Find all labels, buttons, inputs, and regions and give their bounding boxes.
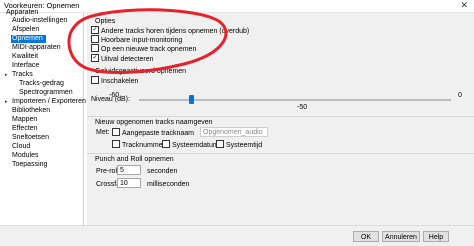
scale-max-label: 0	[458, 92, 462, 99]
tree-item-audio-instellingen[interactable]: Audio-instellingen	[12, 17, 67, 25]
preroll-input[interactable]: 5	[117, 165, 141, 175]
cancel-button[interactable]: Annuleren	[382, 231, 420, 242]
overdub-checkbox[interactable]: ✓ Andere tracks horen tijdens opnemen (ov…	[91, 26, 250, 36]
custom-name-checkbox[interactable]: Aangepaste tracknaam	[112, 128, 194, 138]
system-date-checkbox[interactable]: Systeemdatum	[162, 140, 219, 150]
naming-group-title: Nieuw opgenomen tracks naamgeven	[95, 119, 213, 126]
button-bar: OK Annuleren Help	[0, 225, 474, 246]
dropout-checkbox[interactable]: ✓ Uitval detecteren	[91, 54, 154, 64]
tree-item-bibliotheken[interactable]: Bibliotheken	[12, 107, 50, 115]
level-value-label: -50	[297, 104, 308, 111]
tree-item-apparaten[interactable]: Apparaten	[6, 9, 38, 17]
system-time-label: Systeemtijd	[226, 141, 263, 149]
with-label: Met:	[96, 129, 110, 136]
title-bar: Voorkeuren: Opnemen ✕	[0, 0, 474, 13]
track-number-label: Tracknummer	[122, 141, 165, 149]
crossfade-input[interactable]: 10	[117, 178, 141, 188]
level-slider-thumb[interactable]	[189, 95, 195, 104]
overdub-label: Andere tracks horen tijdens opnemen (ove…	[101, 27, 250, 35]
tree-item-interface[interactable]: Interface	[12, 62, 39, 70]
tree-item-spectrogrammen[interactable]: Spectrogrammen	[19, 89, 73, 97]
tree-item-mappen[interactable]: Mappen	[12, 116, 37, 124]
expand-icon[interactable]: ▸	[5, 72, 8, 78]
checkbox-box[interactable]	[112, 140, 120, 148]
help-button[interactable]: Help	[423, 231, 449, 242]
new-track-label: Op een nieuwe track opnemen	[101, 45, 197, 53]
options-group-title: Opties	[95, 18, 116, 25]
level-slider-track[interactable]	[139, 99, 451, 101]
checkbox-box[interactable]	[91, 44, 99, 52]
new-track-checkbox[interactable]: Op een nieuwe track opnemen	[91, 44, 197, 54]
crossfade-unit: milliseconden	[147, 181, 190, 188]
tree-item-effecten[interactable]: Effecten	[12, 125, 38, 133]
custom-name-label: Aangepaste tracknaam	[122, 129, 194, 137]
checkbox-box[interactable]	[91, 76, 99, 84]
tree-item-afspelen[interactable]: Afspelen	[12, 26, 39, 34]
checkbox-box[interactable]	[112, 128, 120, 136]
tree-item-sneltoetsen[interactable]: Sneltoetsen	[12, 134, 49, 142]
tree-item-importeren-exporteren[interactable]: Importeren / Exporteren	[12, 98, 86, 106]
checkbox-box[interactable]	[162, 140, 170, 148]
tree-item-cloud[interactable]: Cloud	[12, 143, 30, 151]
tree-item-modules[interactable]: Modules	[12, 152, 38, 160]
sound-activated-group-title: Geluidsgeactiveerd opnemen	[95, 68, 187, 75]
settings-panel: Opties ✓ Andere tracks horen tijdens opne…	[87, 13, 474, 225]
checkbox-box[interactable]: ✓	[91, 26, 99, 34]
close-icon[interactable]: ✕	[460, 0, 468, 11]
divider	[87, 116, 474, 117]
dropout-label: Uitval detecteren	[101, 55, 154, 63]
checkbox-box[interactable]: ✓	[91, 54, 99, 62]
tree-item-kwaliteit[interactable]: Kwaliteit	[12, 53, 38, 61]
punch-roll-group-title: Punch and Roll opnemen	[95, 156, 174, 163]
checkbox-box[interactable]	[216, 140, 224, 148]
sound-activated-label: Inschakelen	[101, 77, 139, 85]
checkbox-box[interactable]	[91, 35, 99, 43]
preferences-tree: Apparaten Audio-instellingen Afspelen Op…	[0, 9, 86, 225]
tree-item-tracks[interactable]: Tracks	[12, 71, 33, 79]
level-label: Niveau (dB):	[91, 96, 130, 103]
sound-activated-checkbox[interactable]: Inschakelen	[91, 76, 139, 86]
track-number-checkbox[interactable]: Tracknummer	[112, 140, 165, 150]
tree-item-midi-apparaten[interactable]: MIDI-apparaten	[12, 44, 61, 52]
input-monitoring-label: Hoorbare input-monitoring	[101, 36, 183, 44]
expand-icon[interactable]: ▸	[5, 99, 8, 105]
custom-name-input[interactable]: Opgenomen_audio	[200, 127, 268, 137]
preroll-unit: seconden	[147, 168, 178, 175]
tree-item-tracks-gedrag[interactable]: Tracks-gedrag	[19, 80, 64, 88]
tree-item-opnemen[interactable]: Opnemen	[11, 35, 46, 43]
system-date-label: Systeemdatum	[172, 141, 219, 149]
divider	[87, 153, 474, 154]
ok-button[interactable]: OK	[353, 231, 379, 242]
tree-item-toepassing[interactable]: Toepassing	[12, 161, 47, 169]
input-monitoring-checkbox[interactable]: Hoorbare input-monitoring	[91, 35, 183, 45]
system-time-checkbox[interactable]: Systeemtijd	[216, 140, 263, 150]
